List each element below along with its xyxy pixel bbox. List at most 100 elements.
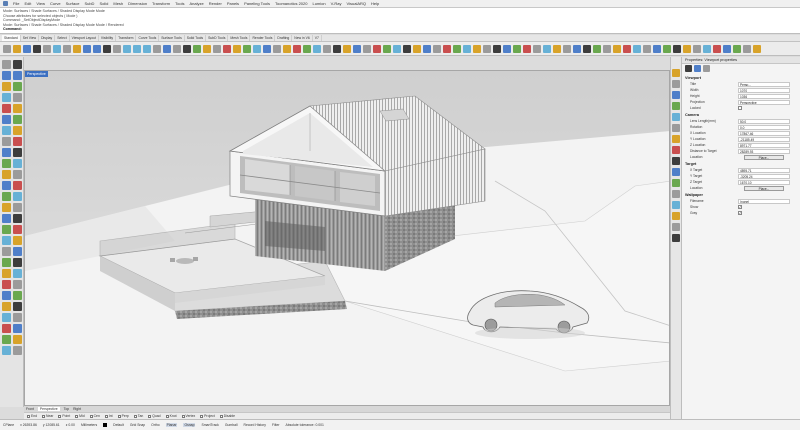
cap-icon[interactable] — [13, 346, 22, 355]
tab-viewport-layout[interactable]: Viewport Layout — [70, 35, 99, 41]
cut-icon[interactable] — [53, 44, 61, 53]
fillet-icon[interactable] — [2, 159, 11, 168]
toolbar-icon[interactable] — [663, 44, 671, 53]
tab-standard[interactable]: Standard — [2, 35, 21, 41]
named-cplanes-icon[interactable] — [672, 157, 680, 165]
viewport-section[interactable]: Viewport — [682, 74, 800, 81]
circle-icon[interactable] — [13, 82, 22, 91]
prop-value[interactable]: 17867.46 — [738, 130, 790, 136]
named-views-icon[interactable] — [672, 146, 680, 154]
perspective-viewport[interactable] — [24, 70, 670, 406]
locked-checkbox[interactable] — [738, 106, 742, 110]
grasshopper-icon[interactable] — [403, 44, 411, 53]
cylinder-icon[interactable] — [2, 137, 11, 146]
osnap-mid[interactable]: Mid — [75, 414, 85, 418]
toolbar-icon[interactable] — [453, 44, 461, 53]
osnap-vertex[interactable]: Vertex — [181, 414, 195, 418]
pull-icon[interactable] — [2, 313, 11, 322]
toolbar-icon[interactable] — [423, 44, 431, 53]
open-folder-icon[interactable] — [13, 44, 21, 53]
toolbar-icon[interactable] — [433, 44, 441, 53]
toolbar-icon[interactable] — [703, 44, 711, 53]
layer-tool-icon[interactable] — [2, 258, 11, 267]
array-icon[interactable] — [13, 214, 22, 223]
toolbar-icon[interactable] — [623, 44, 631, 53]
menu-item[interactable]: Transform — [152, 1, 170, 6]
zoom-icon[interactable] — [123, 44, 131, 53]
copy-tool-icon[interactable] — [13, 192, 22, 201]
network-icon[interactable] — [13, 335, 22, 344]
scale-tool-icon[interactable] — [13, 203, 22, 212]
sphere-icon[interactable] — [13, 126, 22, 135]
viewport-title[interactable]: Perspective — [25, 71, 48, 77]
history-icon[interactable] — [2, 280, 11, 289]
import-icon[interactable] — [43, 44, 51, 53]
menu-item[interactable]: Dimension — [128, 1, 147, 6]
menu-item[interactable]: Toomanotics 2020 — [275, 1, 307, 6]
toolbar-icon[interactable] — [563, 44, 571, 53]
toolbar-icon[interactable] — [413, 44, 421, 53]
menu-item[interactable]: Paneling Tools — [244, 1, 270, 6]
pan-icon[interactable] — [103, 44, 111, 53]
layer-icon[interactable] — [233, 44, 241, 53]
toolbar-icon[interactable] — [713, 44, 721, 53]
tab-v7[interactable]: V7 — [313, 35, 322, 41]
menu-item[interactable]: V-Ray — [331, 1, 342, 6]
wireframe-icon[interactable] — [183, 44, 191, 53]
mirror-icon[interactable] — [2, 214, 11, 223]
shaded-icon[interactable] — [193, 44, 201, 53]
zoom-window-icon[interactable] — [133, 44, 141, 53]
snapshots-icon[interactable] — [672, 168, 680, 176]
layers-panel-icon[interactable] — [672, 80, 680, 88]
point-icon[interactable] — [13, 60, 22, 69]
tab-render-tools[interactable]: Render Tools — [250, 35, 276, 41]
smarttrack-toggle[interactable]: SmartTrack — [201, 423, 218, 427]
osnap-knot[interactable]: Knot — [165, 414, 177, 418]
arc-icon[interactable] — [2, 93, 11, 102]
join-icon[interactable] — [2, 181, 11, 190]
menu-item[interactable]: Panels — [227, 1, 239, 6]
toolbar-icon[interactable] — [493, 44, 501, 53]
ground-plane-icon[interactable] — [672, 234, 680, 242]
patch-icon[interactable] — [2, 346, 11, 355]
toolbar-icon[interactable] — [583, 44, 591, 53]
box-icon[interactable] — [2, 126, 11, 135]
toolbar-icon[interactable] — [473, 44, 481, 53]
options-icon[interactable] — [343, 44, 351, 53]
make2d-icon[interactable] — [2, 302, 11, 311]
tab-set-view[interactable]: Set View — [21, 35, 40, 41]
prop-value[interactable]: 1070 — [738, 87, 790, 93]
cplane-icon[interactable] — [263, 44, 271, 53]
prop-value[interactable]: -21185.49 — [738, 136, 790, 142]
tab-transform[interactable]: Transform — [116, 35, 137, 41]
prop-value[interactable]: 8971.77 — [738, 142, 790, 148]
osnap-tan[interactable]: Tan — [133, 414, 143, 418]
group-icon[interactable] — [2, 247, 11, 256]
osnap-quad[interactable]: Quad — [148, 414, 161, 418]
analyze-icon[interactable] — [2, 236, 11, 245]
viewport-tab-right[interactable]: Right — [73, 407, 81, 411]
grid-snap-toggle[interactable]: Grid Snap — [130, 423, 145, 427]
boolean-union-icon[interactable] — [13, 137, 22, 146]
toolbar-icon[interactable] — [743, 44, 751, 53]
line-icon[interactable] — [2, 71, 11, 80]
revolve-icon[interactable] — [2, 335, 11, 344]
toolbar-icon[interactable] — [533, 44, 541, 53]
mesh-icon[interactable] — [13, 148, 22, 157]
osnap-icon[interactable] — [253, 44, 261, 53]
text-icon[interactable] — [333, 44, 341, 53]
render-icon[interactable] — [293, 44, 301, 53]
wallpaper-section[interactable]: Wallpaper — [682, 191, 800, 198]
camera-place-button[interactable]: Place... — [744, 154, 784, 160]
block-icon[interactable] — [13, 247, 22, 256]
light-icon[interactable] — [313, 44, 321, 53]
help-icon[interactable] — [353, 44, 361, 53]
menu-item[interactable]: Surface — [66, 1, 80, 6]
offset-icon[interactable] — [2, 225, 11, 234]
ortho-toggle[interactable]: Ortho — [151, 423, 159, 427]
contour-icon[interactable] — [13, 313, 22, 322]
decal-icon[interactable] — [672, 212, 680, 220]
rectangle-icon[interactable] — [13, 93, 22, 102]
toolbar-icon[interactable] — [593, 44, 601, 53]
osnap-near[interactable]: Near — [42, 414, 53, 418]
